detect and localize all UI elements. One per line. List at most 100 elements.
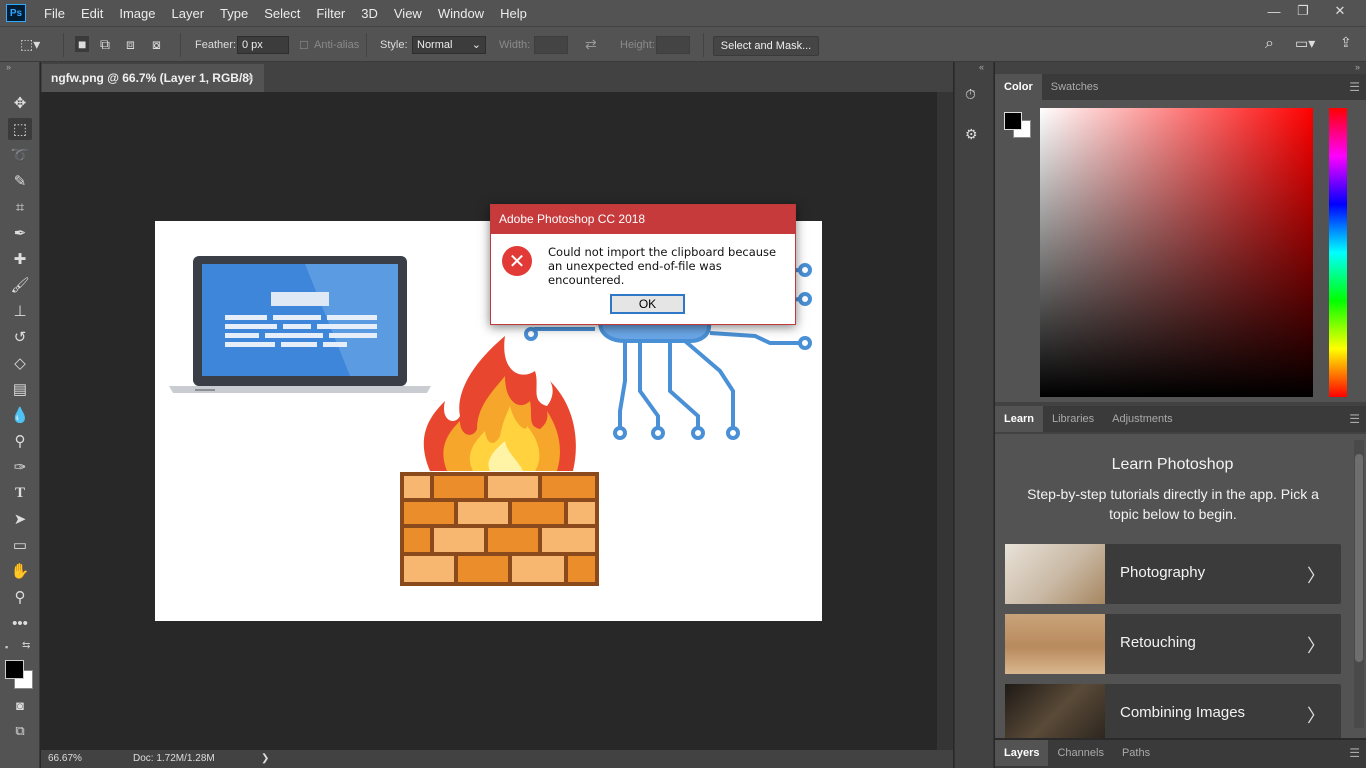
properties-panel-icon[interactable]: ⚙ [965,126,985,148]
screen-mode-icon[interactable]: ⧉ [8,720,32,742]
move-tool-icon[interactable]: ✥ [8,92,32,114]
chevron-down-icon: ⌄ [471,39,481,51]
color-field[interactable] [1040,108,1313,397]
topic-label: Photography [1120,564,1206,581]
close-window-button[interactable]: ✕ [1326,0,1354,22]
status-menu-arrow-icon[interactable]: ❯ [261,753,269,764]
share-icon[interactable]: ⇪ [1340,34,1352,51]
topic-card-combining-images[interactable]: Combining Images 〉 [1005,684,1341,744]
marquee-preset-icon[interactable]: ⬚▾ [20,36,40,53]
close-tab-icon[interactable]: × [247,71,254,85]
color-panel-tabs: Color Swatches ☰ [995,74,1366,100]
menu-edit[interactable]: Edit [73,6,111,21]
history-panel-icon[interactable]: ⏱ [965,86,985,108]
width-input[interactable] [534,36,568,54]
history-brush-tool-icon[interactable]: ↺ [8,326,32,348]
search-icon[interactable]: ⌕ [1265,35,1274,53]
clone-stamp-tool-icon[interactable]: ⊥ [8,300,32,322]
marquee-tool-icon[interactable]: ⬚ [8,118,32,140]
hue-slider[interactable] [1329,108,1347,397]
photoshop-logo[interactable]: Ps [6,4,26,22]
document-tab[interactable]: ngfw.png @ 66.7% (Layer 1, RGB/8) × [42,64,264,92]
menu-help[interactable]: Help [492,6,535,21]
menu-3d[interactable]: 3D [353,6,386,21]
ok-button[interactable]: OK [610,294,685,314]
topic-card-photography[interactable]: Photography 〉 [1005,544,1341,604]
new-selection-icon[interactable]: ■ [75,36,90,52]
error-dialog: Adobe Photoshop CC 2018 ✕ Could not impo… [490,204,796,325]
lasso-tool-icon[interactable]: ➰ [8,144,32,166]
type-tool-icon[interactable]: T [8,482,32,504]
menu-layer[interactable]: Layer [164,6,213,21]
menu-filter[interactable]: Filter [308,6,353,21]
zoom-tool-icon[interactable]: ⚲ [8,586,32,608]
tab-libraries[interactable]: Libraries [1043,406,1103,432]
subtract-selection-icon[interactable]: ⧈ [126,36,135,53]
foreground-color-swatch[interactable] [5,660,24,679]
swap-colors-icon[interactable]: ⇆ [22,640,30,651]
collapsed-panels-strip: « ⏱ ⚙ [954,62,994,768]
menu-image[interactable]: Image [111,6,163,21]
panel-menu-icon[interactable]: ☰ [1349,746,1360,760]
right-panel-dock: » Color Swatches ☰ Learn Libraries Adjus… [995,62,1366,768]
tab-channels[interactable]: Channels [1048,740,1112,766]
minimize-button[interactable]: — [1260,0,1288,22]
height-input[interactable] [656,36,690,54]
tab-adjustments[interactable]: Adjustments [1103,406,1182,432]
tab-swatches[interactable]: Swatches [1042,74,1108,100]
expand-dock-icon[interactable]: » [1355,62,1360,72]
style-select[interactable]: Normal ⌄ [412,36,486,54]
scrollbar-thumb[interactable] [1355,454,1363,662]
intersect-selection-icon[interactable]: ⧇ [152,36,161,53]
menu-view[interactable]: View [386,6,430,21]
topic-card-retouching[interactable]: Retouching 〉 [1005,614,1341,674]
feather-input[interactable]: 0 px [237,36,289,54]
dodge-tool-icon[interactable]: ⚲ [8,430,32,452]
pen-tool-icon[interactable]: ✑ [8,456,32,478]
topic-label: Retouching [1120,634,1196,651]
tab-paths[interactable]: Paths [1113,740,1159,766]
menu-file[interactable]: File [36,6,73,21]
blur-tool-icon[interactable]: 💧 [8,404,32,426]
gradient-tool-icon[interactable]: ▤ [8,378,32,400]
healing-brush-tool-icon[interactable]: ✚ [8,248,32,270]
swap-dimensions-icon[interactable]: ⇄ [585,36,597,53]
panel-menu-icon[interactable]: ☰ [1349,412,1360,426]
path-selection-tool-icon[interactable]: ➤ [8,508,32,530]
restore-button[interactable]: ❐ [1289,0,1317,22]
menu-select[interactable]: Select [256,6,308,21]
tab-learn[interactable]: Learn [995,406,1043,432]
eyedropper-tool-icon[interactable]: ✒ [8,222,32,244]
crop-tool-icon[interactable]: ⌗ [8,196,32,218]
tab-color[interactable]: Color [995,74,1042,100]
select-and-mask-button[interactable]: Select and Mask... [713,36,819,56]
dialog-message: Could not import the clipboard because a… [548,245,777,287]
brush-tool-icon[interactable]: 🖌 [8,274,32,296]
default-colors-icon[interactable]: ▪ [5,642,8,652]
foreground-color-swatch[interactable] [1004,112,1022,130]
learn-subheading: Step-by-step tutorials directly in the a… [1027,486,1319,522]
zoom-level[interactable]: 66.67% [48,753,82,764]
antialias-checkbox[interactable]: ☐ [299,39,309,52]
menu-type[interactable]: Type [212,6,256,21]
more-tools-icon[interactable]: ••• [8,612,32,634]
menu-window[interactable]: Window [430,6,492,21]
quick-mask-icon[interactable]: ◙ [8,694,32,716]
status-bar: 66.67% Doc: 1.72M/1.28M ❯ [41,750,953,768]
panel-menu-icon[interactable]: ☰ [1349,80,1360,94]
eraser-tool-icon[interactable]: ◇ [8,352,32,374]
hand-tool-icon[interactable]: ✋ [8,560,32,582]
rectangle-tool-icon[interactable]: ▭ [8,534,32,556]
combining-images-thumbnail [1005,684,1105,744]
doc-size-info: Doc: 1.72M/1.28M [133,753,215,764]
tab-layers[interactable]: Layers [995,740,1049,766]
quick-select-tool-icon[interactable]: ✎ [8,170,32,192]
antialias-label: Anti-alias [314,39,360,51]
vertical-scrollbar[interactable] [937,92,953,750]
retouching-thumbnail [1005,614,1105,674]
learn-scrollbar[interactable] [1354,440,1364,728]
add-selection-icon[interactable]: ⧉ [100,36,110,53]
workspace-icon[interactable]: ▭▾ [1295,35,1315,52]
collapse-icon[interactable]: « [979,62,984,72]
collapse-icon[interactable]: » [6,62,11,72]
